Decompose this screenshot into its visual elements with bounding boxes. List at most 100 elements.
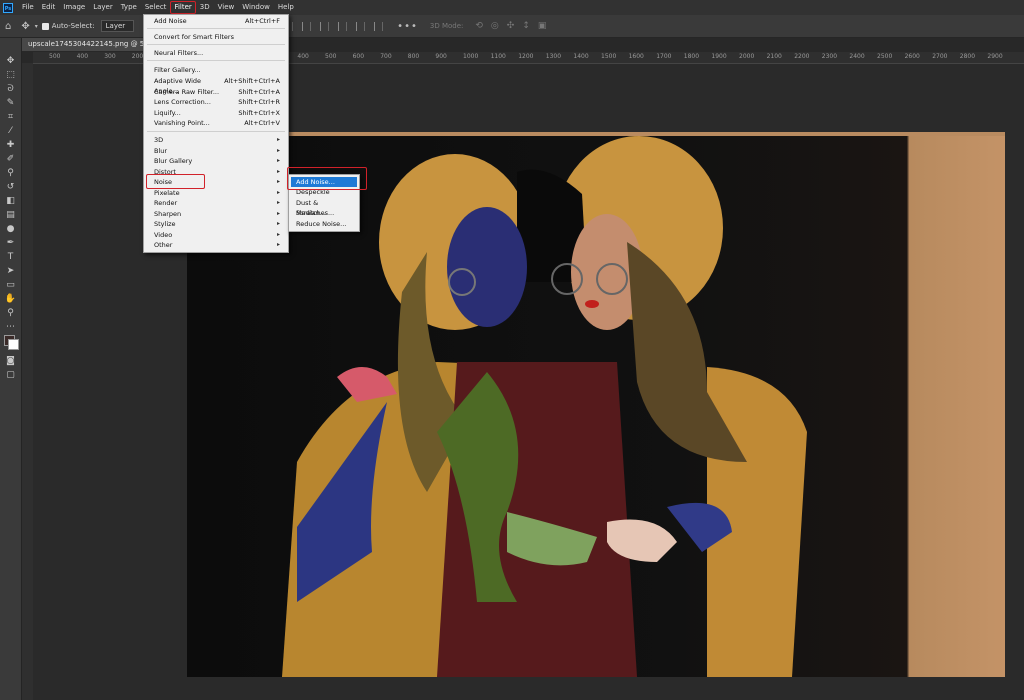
chevron-down-icon[interactable]: ▾: [35, 23, 38, 30]
submenu-item-reduce-noise[interactable]: Reduce Noise...: [291, 219, 357, 229]
menu-item-3d[interactable]: 3D ▸: [154, 135, 280, 145]
menu-3d[interactable]: 3D: [196, 0, 214, 15]
menu-item-label: Video: [154, 231, 173, 239]
ruler-tick-label: 2500: [877, 53, 893, 60]
move-tool-icon[interactable]: ✥: [4, 56, 17, 67]
menu-item-filter-gallery[interactable]: Filter Gallery...: [154, 65, 280, 75]
menu-item-label: Blur Gallery: [154, 157, 193, 165]
ruler-tick-label: 600: [352, 53, 365, 60]
menu-window[interactable]: Window: [238, 0, 274, 15]
more-options-icon[interactable]: •••: [397, 21, 418, 32]
move-tool-icon[interactable]: ✥: [21, 21, 29, 32]
auto-select-checkbox[interactable]: [41, 22, 49, 30]
brush-tool-icon[interactable]: ✐: [4, 154, 17, 165]
3d-pan-icon[interactable]: ✣: [507, 21, 515, 31]
submenu-arrow-icon: ▸: [276, 189, 280, 196]
menu-item-blur-gallery[interactable]: Blur Gallery ▸: [154, 156, 280, 166]
menu-item-video[interactable]: Video ▸: [154, 230, 280, 240]
marquee-tool-icon[interactable]: ⬚: [4, 70, 17, 81]
submenu-item-median[interactable]: Median...: [291, 208, 357, 218]
ruler-tick-label: 500: [49, 53, 61, 60]
clone-stamp-icon[interactable]: ⚲: [4, 168, 17, 179]
menu-item-sharpen[interactable]: Sharpen ▸: [154, 209, 280, 219]
menu-item-label: Add Noise: [154, 17, 187, 25]
menu-item-convert-smart-filters[interactable]: Convert for Smart Filters: [154, 32, 280, 42]
menu-item-label: Neural Filters...: [154, 49, 204, 57]
menu-view[interactable]: View: [214, 0, 239, 15]
submenu-item-dust-scratches[interactable]: Dust & Scratches...: [291, 198, 357, 217]
menu-file[interactable]: File: [18, 0, 38, 15]
menu-item-neural-filters[interactable]: Neural Filters...: [154, 48, 280, 58]
menu-item-vanishing-point[interactable]: Vanishing Point... Alt+Ctrl+V: [154, 118, 280, 128]
menu-select[interactable]: Select: [141, 0, 171, 15]
menu-edit[interactable]: Edit: [38, 0, 60, 15]
align-bottom-icon[interactable]: [374, 21, 384, 31]
pen-tool-icon[interactable]: ✒: [4, 238, 17, 249]
quick-mask-icon[interactable]: ◙: [4, 356, 17, 367]
menu-item-label: Other: [154, 241, 173, 249]
3d-mode-label: 3D Mode:: [429, 22, 464, 30]
menu-item-pixelate[interactable]: Pixelate ▸: [154, 188, 280, 198]
3d-scale-icon[interactable]: ▣: [538, 21, 547, 31]
menu-item-blur[interactable]: Blur ▸: [154, 146, 280, 156]
menu-item-lens-correction[interactable]: Lens Correction... Shift+Ctrl+R: [154, 97, 280, 107]
auto-select-dropdown[interactable]: Layer: [100, 20, 135, 32]
gradient-tool-icon[interactable]: ▤: [4, 210, 17, 221]
healing-brush-icon[interactable]: ✚: [4, 140, 17, 151]
menu-item-render[interactable]: Render ▸: [154, 198, 280, 208]
ruler-tick-label: 500: [325, 53, 337, 60]
menu-item-label: Sharpen: [154, 210, 182, 218]
menu-item-add-noise-last[interactable]: Add Noise Alt+Ctrl+F: [154, 16, 280, 26]
submenu-arrow-icon: ▸: [276, 199, 280, 206]
history-brush-icon[interactable]: ↺: [4, 182, 17, 193]
align-top-icon[interactable]: [338, 21, 348, 31]
ruler-tick-label: 800: [407, 53, 420, 60]
screen-mode-icon[interactable]: ▢: [4, 370, 17, 381]
menu-item-liquify[interactable]: Liquify... Shift+Ctrl+X: [154, 108, 280, 118]
menu-item-label: Convert for Smart Filters: [154, 33, 234, 41]
home-icon[interactable]: ⌂: [5, 21, 11, 32]
menu-item-adaptive-wide-angle[interactable]: Adaptive Wide Angle... Alt+Shift+Ctrl+A: [154, 76, 280, 95]
type-tool-icon[interactable]: T: [4, 252, 17, 263]
filter-menu-dropdown: Add Noise Alt+Ctrl+F Convert for Smart Fi…: [143, 14, 289, 253]
background-color-swatch[interactable]: [8, 339, 19, 350]
menu-help[interactable]: Help: [274, 0, 298, 15]
menu-filter[interactable]: Filter: [170, 0, 197, 15]
path-select-icon[interactable]: ➤: [4, 266, 17, 277]
rectangle-tool-icon[interactable]: ▭: [4, 280, 17, 291]
menu-bar: Ps File Edit Image Layer Type Select Fil…: [0, 0, 1024, 15]
auto-select-label: Auto-Select:: [51, 22, 95, 30]
align-right-icon[interactable]: [320, 21, 330, 31]
menu-type[interactable]: Type: [117, 0, 141, 15]
ruler-tick-label: 200: [131, 53, 144, 60]
menu-layer[interactable]: Layer: [89, 0, 117, 15]
eraser-tool-icon[interactable]: ◧: [4, 196, 17, 207]
eyedropper-tool-icon[interactable]: ⁄: [4, 126, 17, 137]
3d-slide-icon[interactable]: ↕: [522, 21, 530, 31]
3d-mode-tools: ⟲ ◎ ✣ ↕ ▣: [475, 21, 546, 31]
hand-tool-icon[interactable]: ✋: [4, 294, 17, 305]
menu-image[interactable]: Image: [59, 0, 89, 15]
3d-orbit-icon[interactable]: ⟲: [475, 21, 483, 31]
ruler-tick-label: 1400: [573, 53, 589, 60]
menu-item-stylize[interactable]: Stylize ▸: [154, 219, 280, 229]
more-tools-icon[interactable]: ⋯: [4, 322, 17, 333]
add-noise-highlight-annotation: [287, 167, 367, 190]
crop-tool-icon[interactable]: ⌗: [4, 112, 17, 123]
align-middle-icon[interactable]: [356, 21, 366, 31]
quick-select-tool-icon[interactable]: ✎: [4, 98, 17, 109]
menu-item-label: Render: [154, 199, 178, 207]
menu-item-camera-raw[interactable]: Camera Raw Filter... Shift+Ctrl+A: [154, 87, 280, 97]
ruler-tick-label: 2200: [794, 53, 810, 60]
align-center-icon[interactable]: [302, 21, 312, 31]
zoom-tool-icon[interactable]: ⚲: [4, 308, 17, 319]
dodge-tool-icon[interactable]: ●: [4, 224, 17, 235]
menu-divider: [147, 28, 285, 29]
menu-item-label: Liquify...: [154, 109, 181, 117]
menu-item-other[interactable]: Other ▸: [154, 240, 280, 250]
3d-roll-icon[interactable]: ◎: [491, 21, 499, 31]
lasso-tool-icon[interactable]: ᘐ: [4, 84, 17, 95]
menu-item-shortcut: Alt+Shift+Ctrl+A: [224, 77, 280, 85]
ruler-tick-label: 400: [297, 53, 309, 60]
menu-item-shortcut: Alt+Ctrl+V: [244, 119, 280, 127]
